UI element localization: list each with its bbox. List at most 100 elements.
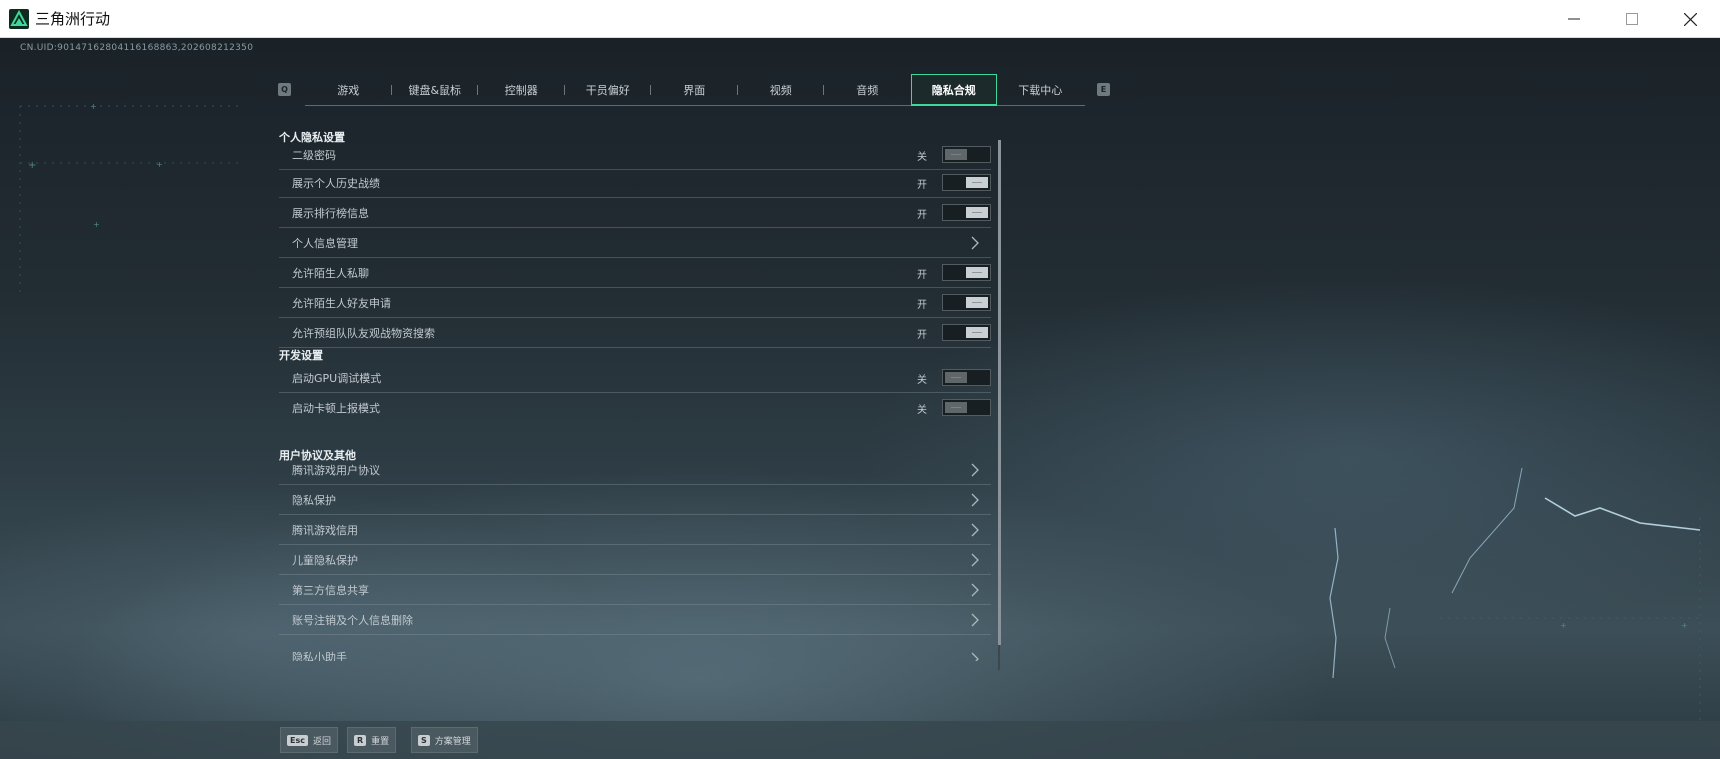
toggle-knob	[966, 267, 988, 278]
maximize-icon	[1626, 13, 1638, 25]
toggle-knob	[945, 149, 967, 160]
tab-interface[interactable]: 界面	[651, 74, 738, 106]
bottom-action-bar: Esc 返回 R 重置 S 方案管理	[0, 721, 1720, 759]
toggle-knob	[966, 327, 988, 338]
toggle-switch[interactable]	[942, 146, 991, 163]
tab-privacy-compliance[interactable]: 隐私合规	[910, 74, 997, 106]
setting-label: 允许陌生人私聊	[292, 267, 369, 280]
setting-label: 隐私小助手	[292, 651, 347, 661]
window-titlebar: 三角洲行动	[0, 0, 1720, 38]
scrollbar-thumb[interactable]	[998, 140, 1001, 645]
tab-label: 下载中心	[1018, 84, 1063, 97]
tab-audio[interactable]: 音频	[824, 74, 911, 106]
toggle-knob	[966, 207, 988, 218]
chevron-right-icon	[971, 236, 979, 250]
key-hint: Esc	[287, 734, 308, 746]
svg-text:+: +	[156, 160, 163, 169]
tab-label: 游戏	[337, 84, 360, 97]
link-row-privacy-assistant[interactable]: 隐私小助手	[279, 635, 991, 661]
tab-download-center[interactable]: 下载中心	[997, 74, 1084, 106]
tab-prev-key[interactable]: Q	[278, 83, 291, 96]
chevron-right-icon	[971, 523, 979, 537]
tab-label: 控制器	[504, 84, 538, 97]
toggle-knob	[966, 297, 988, 308]
toggle-switch[interactable]	[942, 369, 991, 386]
setting-label: 儿童隐私保护	[292, 554, 358, 567]
setting-label: 展示个人历史战绩	[292, 177, 380, 190]
svg-text:+: +	[90, 102, 97, 111]
link-row-third-party-sharing[interactable]: 第三方信息共享	[279, 575, 991, 605]
tab-label: 键盘&鼠标	[408, 84, 462, 97]
setting-row-show-leaderboard: 展示排行榜信息 开	[279, 198, 991, 228]
key-hint: R	[354, 734, 367, 746]
uid-text: CN.UID:9014716280411616886З,202608212350	[20, 43, 254, 53]
link-row-account-deletion[interactable]: 账号注销及个人信息删除	[279, 605, 991, 635]
button-label: 方案管理	[434, 736, 471, 747]
setting-label: 允许陌生人好友申请	[292, 297, 391, 310]
maximize-button[interactable]	[1603, 0, 1661, 38]
setting-row-secondary-password: 二级密码 关	[279, 140, 991, 170]
tab-controller[interactable]: 控制器	[478, 74, 565, 106]
toggle-state-text: 开	[917, 300, 927, 311]
toggle-switch[interactable]	[942, 399, 991, 416]
tab-next-key[interactable]: E	[1097, 83, 1110, 96]
setting-label: 隐私保护	[292, 494, 336, 507]
setting-label: 第三方信息共享	[292, 584, 369, 597]
setting-row-show-history: 展示个人历史战绩 开	[279, 168, 991, 198]
minimize-button[interactable]	[1545, 0, 1603, 38]
tab-label: 音频	[856, 84, 879, 97]
setting-label: 启动GPU调试模式	[292, 372, 382, 385]
scheme-management-button[interactable]: S 方案管理	[411, 727, 478, 753]
game-viewport: + + + + + + CN.UID:9014716280411616886З,…	[0, 38, 1720, 759]
setting-label: 启动卡顿上报模式	[292, 402, 380, 415]
window-title: 三角洲行动	[35, 10, 111, 28]
setting-row-gpu-debug: 启动GPU调试模式 关	[279, 363, 991, 393]
chevron-right-icon	[971, 613, 979, 627]
toggle-state-text: 关	[917, 152, 927, 163]
close-icon	[1683, 12, 1697, 26]
link-row-privacy-protection[interactable]: 隐私保护	[279, 485, 991, 515]
chevron-right-icon	[971, 583, 979, 597]
tab-label: 干员偏好	[585, 84, 630, 97]
back-button[interactable]: Esc 返回	[280, 727, 338, 753]
tab-operator-preference[interactable]: 干员偏好	[565, 74, 651, 106]
tab-label: 视频	[769, 84, 792, 97]
toggle-switch[interactable]	[942, 294, 991, 311]
link-row-child-privacy[interactable]: 儿童隐私保护	[279, 545, 991, 575]
toggle-switch[interactable]	[942, 204, 991, 221]
setting-row-stranger-chat: 允许陌生人私聊 开	[279, 258, 991, 288]
toggle-switch[interactable]	[942, 174, 991, 191]
chevron-right-icon	[971, 493, 979, 507]
link-row-game-credit[interactable]: 腾讯游戏信用	[279, 515, 991, 545]
tab-video[interactable]: 视频	[738, 74, 824, 106]
toggle-state-text: 开	[917, 210, 927, 221]
setting-label: 二级密码	[292, 149, 336, 162]
toggle-switch[interactable]	[942, 324, 991, 341]
chevron-right-icon	[971, 652, 979, 661]
tab-label: 界面	[683, 84, 706, 97]
toggle-state-text: 关	[917, 405, 927, 416]
setting-label: 允许预组队队友观战物资搜索	[292, 327, 435, 340]
minimize-icon	[1568, 18, 1580, 20]
close-button[interactable]	[1661, 0, 1719, 38]
tab-keyboard-mouse[interactable]: 键盘&鼠标	[392, 74, 478, 106]
setting-row-stranger-friend-request: 允许陌生人好友申请 开	[279, 288, 991, 318]
button-label: 返回	[312, 736, 331, 747]
reset-button[interactable]: R 重置	[347, 727, 397, 753]
setting-label: 腾讯游戏用户协议	[292, 464, 380, 477]
setting-label: 展示排行榜信息	[292, 207, 369, 220]
toggle-knob	[945, 402, 967, 413]
svg-text:+: +	[93, 220, 100, 229]
app-logo-icon	[9, 9, 29, 29]
setting-row-personal-info-management[interactable]: 个人信息管理	[279, 228, 991, 258]
settings-tabs: 游戏 键盘&鼠标 控制器 干员偏好 界面 视频 音频 隐私合规 下载中心	[305, 74, 1085, 106]
toggle-switch[interactable]	[942, 264, 991, 281]
toggle-state-text: 开	[917, 180, 927, 191]
tab-game[interactable]: 游戏	[305, 74, 392, 106]
setting-label: 账号注销及个人信息删除	[292, 614, 413, 627]
link-row-user-agreement[interactable]: 腾讯游戏用户协议	[279, 455, 991, 485]
chevron-right-icon	[971, 553, 979, 567]
toggle-state-text: 开	[917, 330, 927, 341]
toggle-knob	[966, 177, 988, 188]
setting-row-stutter-report: 启动卡顿上报模式 关	[279, 393, 991, 423]
